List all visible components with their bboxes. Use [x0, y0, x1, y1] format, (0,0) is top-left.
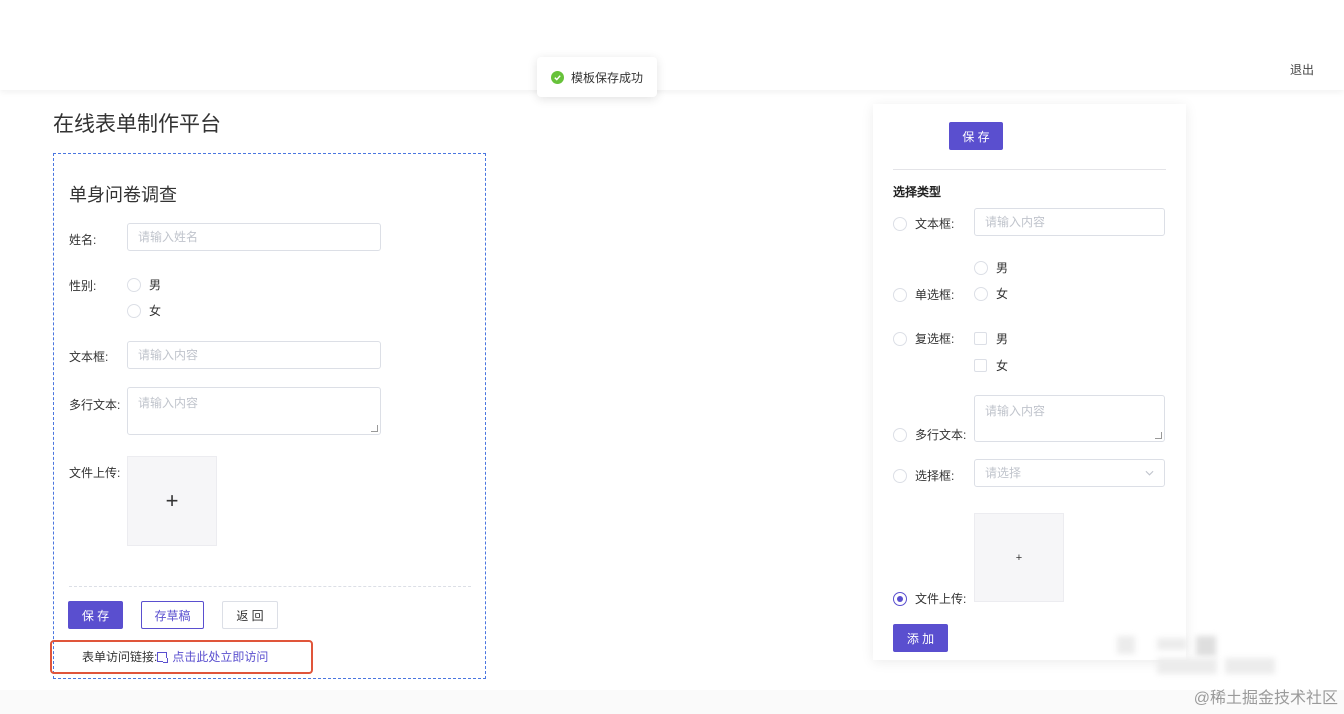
option-label: 女: [996, 359, 1009, 373]
type-radio-upload[interactable]: 文件上传:: [893, 590, 966, 607]
gender-label: 性别:: [69, 279, 97, 293]
plus-icon: +: [165, 488, 179, 513]
gender-radio-female[interactable]: 女: [127, 302, 161, 319]
section-title: 选择类型: [893, 185, 942, 199]
bottom-shade: [0, 690, 1344, 714]
page-title: 在线表单制作平台: [53, 113, 221, 136]
field-type-panel: 保 存 选择类型 文本框: 请输入内容 男 单选框: 女 复选框: 男 女 请输…: [873, 104, 1186, 660]
multiline-textarea[interactable]: 请输入内容: [127, 387, 381, 435]
radio-circle-icon: [893, 331, 907, 346]
panel-check-male[interactable]: 男: [974, 330, 1008, 347]
form-title: 单身问卷调查: [69, 185, 177, 205]
radio-circle-icon: [893, 287, 907, 302]
type-label: 单选框:: [915, 288, 955, 302]
type-radio-select[interactable]: 选择框:: [893, 467, 954, 484]
radio-circle-icon: [893, 216, 907, 231]
option-label: 女: [996, 287, 1009, 301]
watermark: @稀土掘金技术社区: [1193, 690, 1338, 707]
logout-link[interactable]: 退出: [1290, 61, 1314, 78]
radio-circle-icon: [974, 260, 988, 275]
panel-select[interactable]: 请选择: [974, 459, 1165, 487]
option-label: 男: [996, 332, 1009, 346]
name-input[interactable]: 请输入姓名: [127, 223, 381, 251]
radio-circle-icon: [127, 303, 141, 318]
type-radio-checkbox[interactable]: 复选框:: [893, 330, 954, 347]
toast-message: 模板保存成功: [571, 70, 644, 85]
panel-radio-female[interactable]: 女: [974, 285, 1008, 302]
form-preview: 单身问卷调查 姓名: 请输入姓名 性别: 男 女 文本框: 请输入内容 多行文本…: [53, 153, 486, 679]
type-label: 选择框:: [915, 469, 955, 483]
chevron-down-icon: [1145, 470, 1154, 476]
multiline-placeholder: 请输入内容: [985, 404, 1046, 418]
type-label: 文件上传:: [915, 592, 967, 606]
gender-radio-male[interactable]: 男: [127, 276, 161, 293]
upload-label: 文件上传:: [69, 466, 121, 480]
save-button[interactable]: 保 存: [68, 601, 123, 629]
type-label: 复选框:: [915, 332, 955, 346]
checkbox-icon: [974, 332, 987, 345]
top-bar: 退出: [0, 0, 1344, 90]
link-highlight-box: [50, 640, 313, 674]
check-circle-icon: [551, 70, 564, 84]
back-button[interactable]: 返 回: [222, 601, 278, 629]
select-placeholder: 请选择: [985, 466, 1022, 480]
panel-save-button[interactable]: 保 存: [949, 122, 1003, 150]
type-label: 文本框:: [915, 217, 955, 231]
resize-handle-icon[interactable]: [371, 425, 378, 432]
success-toast: 模板保存成功: [537, 57, 657, 97]
resize-handle-icon[interactable]: [1155, 432, 1162, 439]
blurred-area: [1157, 638, 1187, 650]
blurred-area: [1117, 636, 1135, 654]
radio-circle-icon: [893, 468, 907, 483]
radio-circle-icon: [127, 277, 141, 292]
panel-text-input[interactable]: 请输入内容: [974, 208, 1165, 236]
panel-upload-box[interactable]: +: [974, 513, 1064, 602]
text-input[interactable]: 请输入内容: [127, 341, 381, 369]
panel-check-female[interactable]: 女: [974, 357, 1008, 374]
text-label: 文本框:: [69, 350, 109, 364]
blurred-area: [1157, 658, 1217, 674]
radio-circle-icon: [893, 427, 907, 442]
checkbox-icon: [974, 359, 987, 372]
type-radio-text[interactable]: 文本框:: [893, 215, 954, 232]
name-label: 姓名:: [69, 233, 97, 247]
draft-button[interactable]: 存草稿: [141, 601, 204, 629]
radio-selected-icon: [893, 591, 907, 606]
radio-circle-icon: [974, 286, 988, 301]
multiline-placeholder: 请输入内容: [138, 396, 199, 410]
add-button[interactable]: 添 加: [893, 624, 948, 652]
upload-box[interactable]: +: [127, 456, 217, 546]
panel-multiline-textarea[interactable]: 请输入内容: [974, 395, 1165, 442]
blurred-area: [1225, 658, 1275, 674]
panel-divider: [893, 169, 1166, 170]
type-radio-multiline[interactable]: 多行文本:: [893, 426, 966, 443]
blurred-area: [1196, 636, 1216, 656]
plus-icon: +: [1015, 551, 1023, 564]
type-label: 多行文本:: [915, 428, 967, 442]
multiline-label: 多行文本:: [69, 398, 121, 412]
gender-option-label: 女: [149, 304, 162, 318]
option-label: 男: [996, 261, 1009, 275]
form-divider: [69, 586, 471, 587]
gender-option-label: 男: [149, 278, 162, 292]
type-radio-radio[interactable]: 单选框:: [893, 286, 954, 303]
panel-radio-male[interactable]: 男: [974, 259, 1008, 276]
